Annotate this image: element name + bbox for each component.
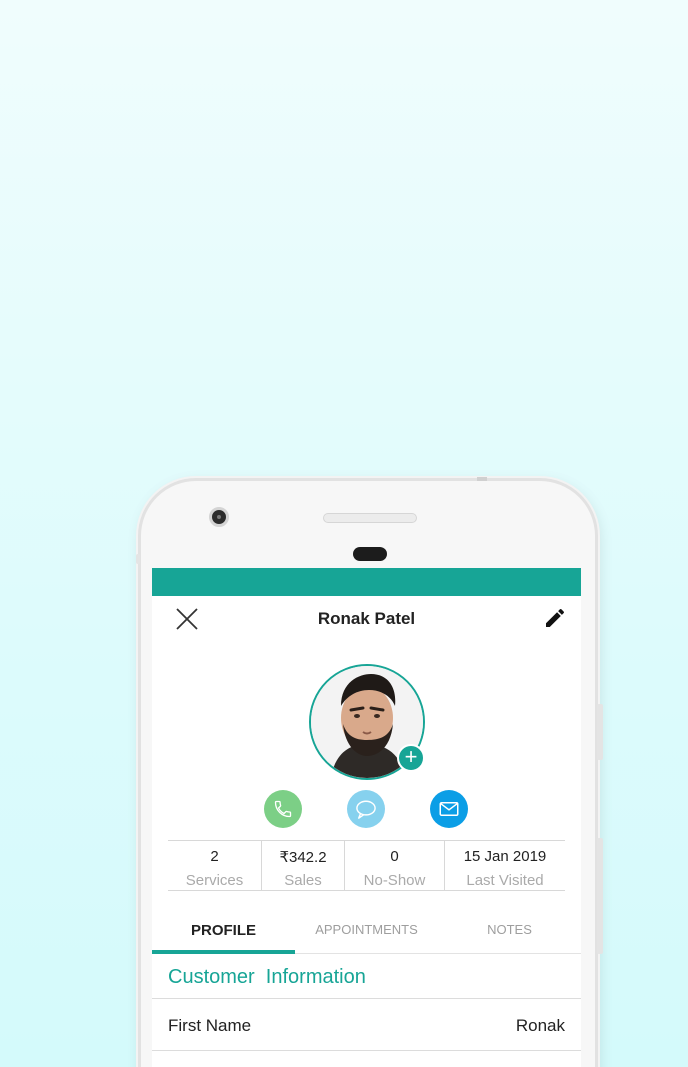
- field-row-first-name[interactable]: First Name Ronak: [152, 999, 581, 1051]
- earpiece-speaker: [323, 513, 417, 523]
- proximity-sensor: [353, 547, 387, 561]
- front-camera: [209, 507, 229, 527]
- message-button[interactable]: [347, 790, 385, 828]
- profile-tabs: PROFILE APPOINTMENTS NOTES: [152, 908, 581, 954]
- stat-value: ₹342.2: [279, 849, 327, 866]
- section-title: Customer Information: [168, 966, 366, 988]
- customer-stats: 2 Services ₹342.2 Sales 0 No-Show 15 Jan…: [168, 840, 565, 891]
- app-screen: Ronak Patel + 2 Services ₹342.2 Sales 0 …: [152, 568, 581, 1067]
- field-label: First Name: [168, 1016, 252, 1035]
- chat-bubble-icon: [356, 800, 376, 819]
- stat-no-show: 0 No-Show: [345, 841, 445, 890]
- power-button: [597, 838, 603, 954]
- profile-header: Ronak Patel: [152, 596, 581, 642]
- contact-actions: [152, 790, 581, 828]
- stat-label: Services: [185, 872, 244, 889]
- divider: [152, 1050, 581, 1051]
- tab-appointments[interactable]: APPOINTMENTS: [295, 908, 438, 954]
- avatar-container: +: [309, 664, 425, 780]
- stat-value: 2: [210, 848, 219, 865]
- status-bar: [152, 568, 581, 596]
- customer-name-title: Ronak Patel: [317, 609, 416, 628]
- edit-button[interactable]: [543, 606, 567, 630]
- field-value: Ronak: [515, 1016, 565, 1035]
- add-photo-button[interactable]: +: [397, 744, 425, 772]
- phone-icon: [274, 800, 292, 818]
- pencil-icon: [546, 608, 565, 627]
- call-button[interactable]: [264, 790, 302, 828]
- stat-services: 2 Services: [168, 841, 262, 890]
- email-button[interactable]: [430, 790, 468, 828]
- envelope-icon: [439, 802, 459, 816]
- stat-label: Sales: [284, 872, 322, 889]
- stat-label: Last Visited: [466, 872, 544, 889]
- active-tab-indicator: [152, 950, 295, 954]
- phone-top-pin: [477, 477, 487, 481]
- volume-button: [597, 704, 603, 760]
- left-side-marker: [136, 554, 140, 564]
- stat-value: 0: [390, 848, 399, 865]
- plus-icon: +: [404, 744, 418, 769]
- tab-profile[interactable]: PROFILE: [152, 908, 295, 954]
- stat-last-visited: 15 Jan 2019 Last Visited: [445, 841, 565, 890]
- tab-notes[interactable]: NOTES: [438, 908, 581, 954]
- stat-label: No-Show: [363, 872, 426, 889]
- stat-value: 15 Jan 2019: [463, 848, 547, 865]
- stat-sales: ₹342.2 Sales: [262, 841, 345, 890]
